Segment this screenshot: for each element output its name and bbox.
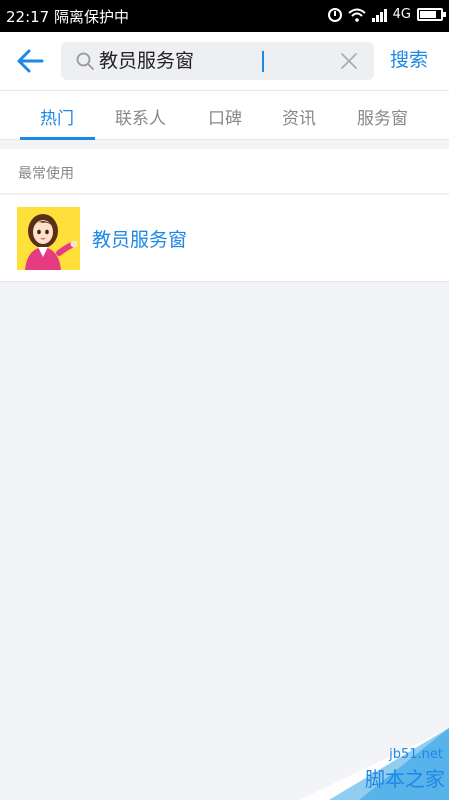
search-input[interactable]: 教员服务窗 [99,42,319,80]
status-icons: 4G [327,7,446,22]
back-arrow-icon[interactable] [14,46,46,76]
section-header: 最常使用 [0,149,449,194]
list-item[interactable]: 教员服务窗 [0,195,449,282]
avatar [17,207,80,270]
watermark-url: jb51.net [389,747,443,762]
network-label: 4G [392,7,411,22]
search-icon [76,52,94,70]
search-header: 教员服务窗 搜索 [0,32,449,90]
status-mode: 隔离保护中 [54,8,130,26]
status-clock: 22:17 [6,8,50,26]
tab-koubei[interactable]: 口碑 [208,104,242,129]
status-bar: 22:17 隔离保护中 4G [0,0,449,32]
service-avatar-icon [17,207,80,270]
signal-icon [371,8,387,22]
list-item-label: 教员服务窗 [92,229,188,251]
watermark-text: 脚本之家 [365,767,445,791]
search-box[interactable]: 教员服务窗 [61,42,374,80]
status-time: 22:17 隔离保护中 [6,6,129,27]
tab-contacts[interactable]: 联系人 [115,104,166,129]
category-tabs: 热门 联系人 口碑 资讯 服务窗 [0,90,449,140]
tab-news[interactable]: 资讯 [282,104,316,129]
text-caret [262,51,264,72]
watermark: jb51.net 脚本之家 [299,728,449,800]
search-button[interactable]: 搜索 [390,45,428,72]
tab-service-window[interactable]: 服务窗 [357,104,408,129]
alarm-icon [327,7,342,22]
wifi-icon [347,8,366,22]
tab-hot[interactable]: 热门 [40,104,74,129]
active-tab-indicator [20,137,95,140]
clear-icon[interactable] [339,51,359,71]
section-title: 最常使用 [18,166,74,182]
battery-icon [417,8,446,21]
